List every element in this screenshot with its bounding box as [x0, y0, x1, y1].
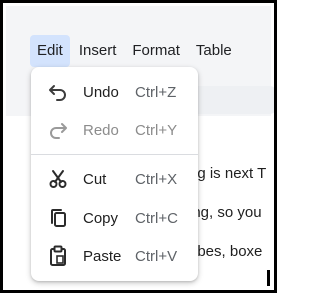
edit-menu-dropdown: Undo Ctrl+Z Redo Ctrl+Y Cut Ctrl+X Copy … — [31, 67, 198, 281]
scissors-icon — [47, 168, 69, 190]
menu-table[interactable]: Table — [189, 35, 239, 67]
paste-shortcut: Ctrl+V — [135, 247, 178, 265]
paste-menu-item[interactable]: Paste Ctrl+V — [31, 238, 198, 274]
copy-icon — [47, 207, 69, 229]
undo-shortcut: Ctrl+Z — [135, 83, 177, 101]
document-line: ng is next T — [189, 165, 267, 182]
text-cursor — [267, 270, 270, 286]
cut-menu-item[interactable]: Cut Ctrl+X — [31, 161, 198, 197]
paste-label: Paste — [83, 247, 122, 265]
screenshot-frame: Edit Insert Format Table ng is next T in… — [0, 0, 277, 293]
undo-icon — [47, 81, 69, 103]
cut-label: Cut — [83, 170, 107, 188]
copy-menu-item[interactable]: Copy Ctrl+C — [31, 200, 198, 236]
menu-insert[interactable]: Insert — [72, 35, 124, 67]
document-line: ing, so you — [189, 204, 262, 221]
redo-label: Redo — [83, 121, 119, 139]
cut-shortcut: Ctrl+X — [135, 170, 178, 188]
undo-menu-item[interactable]: Undo Ctrl+Z — [31, 74, 198, 110]
menu-edit[interactable]: Edit — [30, 35, 70, 67]
redo-icon — [47, 119, 69, 141]
menu-row: Edit Insert Format Table — [30, 34, 241, 68]
undo-label: Undo — [83, 83, 119, 101]
paste-icon — [47, 245, 69, 267]
menu-format[interactable]: Format — [125, 35, 187, 67]
copy-shortcut: Ctrl+C — [135, 209, 178, 227]
copy-label: Copy — [83, 209, 119, 227]
document-line: ubes, boxe — [189, 243, 263, 260]
menu-separator — [31, 154, 198, 155]
redo-menu-item[interactable]: Redo Ctrl+Y — [31, 112, 198, 148]
redo-shortcut: Ctrl+Y — [135, 121, 178, 139]
